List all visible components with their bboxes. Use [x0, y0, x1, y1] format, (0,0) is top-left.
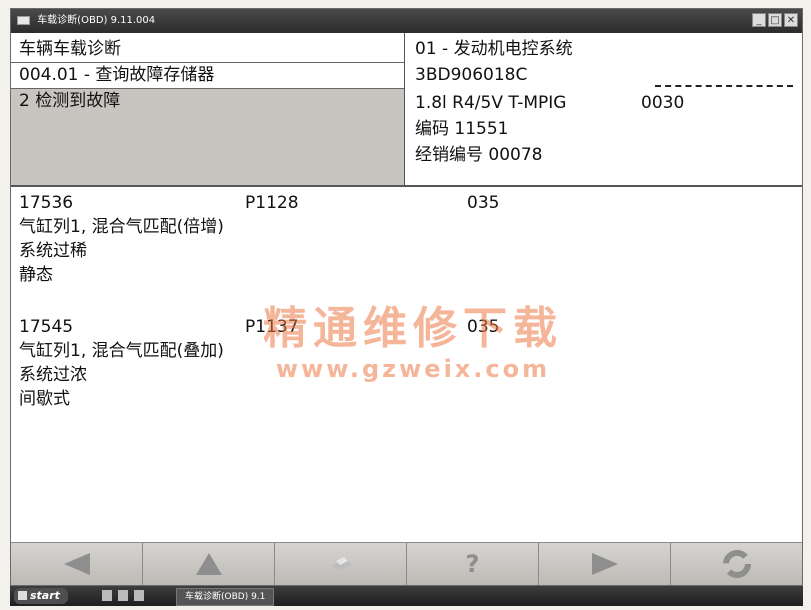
- function-title: 车辆车载诊断: [19, 39, 121, 59]
- fault-type: 间歇式: [19, 389, 70, 409]
- print-icon: [331, 557, 352, 571]
- fault-list[interactable]: 17536 P1128 035 气缸列1, 混合气匹配(倍增) 系统过稀 静态 …: [11, 187, 802, 543]
- quick-launch: [102, 590, 144, 601]
- quick-launch-icon[interactable]: [118, 590, 128, 601]
- fault-description: 气缸列1, 混合气匹配(叠加): [19, 341, 224, 361]
- fault-description: 气缸列1, 混合气匹配(倍增): [19, 217, 224, 237]
- title-bar: 车载诊断(OBD) 9.11.004 _ □ ✕: [11, 9, 802, 33]
- dash-separator: [655, 85, 793, 87]
- taskbar: start 车载诊断(OBD) 9.1: [10, 586, 803, 606]
- fault-count: 035: [467, 317, 500, 337]
- fault-status: 2 检测到故障: [11, 89, 404, 185]
- start-label: start: [30, 589, 60, 602]
- minimize-icon[interactable]: _: [752, 13, 766, 27]
- coding-value: 编码 11551: [415, 119, 509, 139]
- ecu-system: 01 - 发动机电控系统: [415, 39, 573, 59]
- function-step: 004.01 - 查询故障存储器: [19, 65, 215, 85]
- app-icon: [17, 15, 30, 25]
- fault-condition: 系统过浓: [19, 365, 87, 385]
- list-item[interactable]: 17545 P1137 035 气缸列1, 混合气匹配(叠加) 系统过浓 间歇式: [19, 315, 789, 425]
- list-item[interactable]: 17536 P1128 035 气缸列1, 混合气匹配(倍增) 系统过稀 静态: [19, 191, 789, 301]
- fault-code: 17545: [19, 317, 74, 337]
- ecu-part-number: 3BD906018C: [415, 65, 528, 85]
- fault-type: 静态: [19, 265, 53, 285]
- start-button[interactable]: start: [14, 588, 68, 604]
- dealer-number: 经销编号 00078: [415, 145, 543, 165]
- quick-launch-icon[interactable]: [134, 590, 144, 601]
- close-icon[interactable]: ✕: [784, 13, 798, 27]
- ecu-info-panel: 01 - 发动机电控系统 3BD906018C 1.8l R4/5V T-MPI…: [407, 37, 799, 183]
- refresh-icon: [722, 550, 751, 578]
- header-panel: 车辆车载诊断 004.01 - 查询故障存储器 2 检测到故障 01 - 发动机…: [11, 33, 802, 187]
- forward-button[interactable]: [539, 543, 671, 585]
- window-title: 车载诊断(OBD) 9.11.004: [37, 15, 156, 26]
- help-icon: ?: [465, 550, 480, 578]
- fault-code: 17536: [19, 193, 74, 213]
- windows-flag-icon: [18, 591, 27, 600]
- fault-condition: 系统过稀: [19, 241, 87, 261]
- engine-description: 1.8l R4/5V T-MPIG: [415, 93, 567, 113]
- help-button[interactable]: ?: [407, 543, 539, 585]
- window-controls: _ □ ✕: [752, 13, 798, 27]
- bottom-toolbar: ?: [11, 542, 802, 585]
- arrow-right-icon: [591, 553, 618, 575]
- arrow-left-icon: [63, 553, 90, 575]
- fault-count: 035: [467, 193, 500, 213]
- back-button[interactable]: [11, 543, 143, 585]
- function-panel: 车辆车载诊断 004.01 - 查询故障存储器 2 检测到故障: [11, 33, 405, 185]
- engine-code: 0030: [641, 93, 685, 113]
- arrow-up-icon: [195, 553, 222, 575]
- print-button[interactable]: [275, 543, 407, 585]
- obd-code: P1137: [245, 317, 299, 337]
- refresh-button[interactable]: [671, 543, 802, 585]
- app-window: 车载诊断(OBD) 9.11.004 _ □ ✕ 车辆车载诊断 004.01 -…: [10, 8, 803, 586]
- maximize-icon[interactable]: □: [768, 13, 782, 27]
- quick-launch-icon[interactable]: [102, 590, 112, 601]
- taskbar-item-obd[interactable]: 车载诊断(OBD) 9.1: [176, 588, 275, 606]
- up-button[interactable]: [143, 543, 275, 585]
- obd-code: P1128: [245, 193, 299, 213]
